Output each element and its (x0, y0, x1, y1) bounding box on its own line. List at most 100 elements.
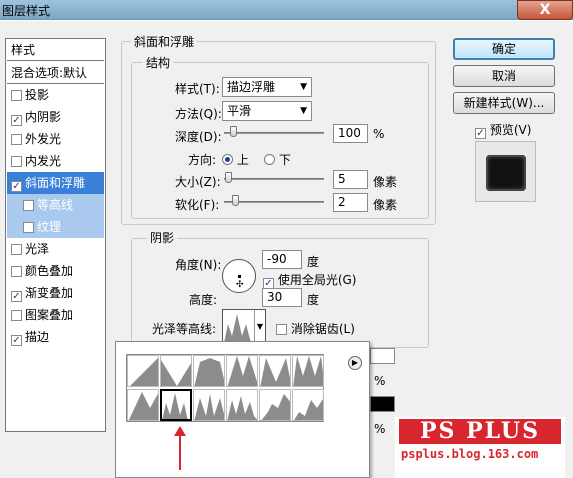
size-slider[interactable] (224, 178, 324, 180)
checkbox-checked-icon[interactable]: ✓ (11, 115, 22, 126)
preview-check-icon: ✓ (475, 128, 486, 139)
style-item[interactable]: 投影 (7, 84, 104, 106)
window-title: 图层样式 (2, 4, 51, 18)
checkbox-checked-icon[interactable]: ✓ (11, 181, 22, 192)
style-item[interactable]: 颜色叠加 (7, 260, 104, 282)
style-item[interactable]: ✓ 渐变叠加 (7, 282, 104, 304)
angle-label: 角度(N): (175, 258, 222, 272)
radio-off-icon (264, 154, 275, 165)
checkbox-unchecked-icon[interactable] (23, 222, 34, 233)
direction-up-radio[interactable]: 上 (222, 151, 249, 168)
gloss-contour-picker[interactable]: ▼ (222, 309, 266, 344)
shading-title: 阴影 (147, 229, 178, 246)
technique-dropdown[interactable]: 平滑 ▼ (222, 101, 312, 121)
checkbox-checked-icon[interactable]: ✓ (11, 291, 22, 302)
checkbox-checked-icon[interactable]: ✓ (11, 335, 22, 346)
contour-ring[interactable] (127, 389, 159, 421)
style-item[interactable]: ✓ 描边 (7, 326, 104, 348)
checkbox-unchecked-icon[interactable] (11, 244, 22, 255)
depth-slider[interactable] (224, 132, 324, 134)
style-item[interactable]: 内发光 (7, 150, 104, 172)
checkbox-unchecked-icon[interactable] (11, 156, 22, 167)
ok-button[interactable]: 确定 (453, 38, 555, 60)
style-item[interactable]: 图案叠加 (7, 304, 104, 326)
opacity-unit-1: % (374, 374, 386, 388)
psplus-watermark: PS PLUS psplus.blog.163.com (395, 417, 565, 478)
chevron-down-icon: ▼ (300, 82, 307, 92)
altitude-input[interactable]: 30 (262, 288, 302, 307)
preview-swatch (486, 155, 526, 191)
style-list: 样式 混合选项:默认 投影 ✓ 内阴影 外发光 内发光 ✓ 斜面和浮雕 等高线 纹理 光泽 颜色叠加… (5, 38, 106, 432)
contour-preview-icon (224, 314, 251, 343)
depth-unit: % (373, 127, 385, 141)
checkbox-unchecked-icon[interactable] (23, 200, 34, 211)
preview-label: 预览(V) (489, 123, 532, 137)
style-item[interactable]: ✓ 内阴影 (7, 106, 104, 128)
checkbox-unchecked-icon[interactable] (11, 266, 22, 277)
soften-slider-thumb[interactable] (232, 195, 239, 206)
contour-gaussian[interactable] (259, 355, 291, 387)
blend-options-item[interactable]: 混合选项:默认 (7, 62, 104, 84)
shadow-color-swatch[interactable] (370, 396, 395, 412)
direction-down-radio[interactable]: 下 (264, 151, 291, 168)
angle-dial[interactable]: ✣ (222, 259, 256, 293)
style-item-label: 等高线 (37, 198, 74, 212)
style-item[interactable]: 外发光 (7, 128, 104, 150)
depth-input[interactable]: 100 (333, 124, 368, 143)
checkbox-unchecked-icon (276, 324, 287, 335)
preview-checkbox[interactable]: ✓ 预览(V) (475, 121, 531, 139)
altitude-unit: 度 (307, 293, 320, 307)
size-slider-thumb[interactable] (225, 172, 232, 183)
red-arrow-annotation (174, 426, 186, 470)
contour-sawtooth[interactable] (292, 389, 324, 421)
checkbox-unchecked-icon[interactable] (11, 310, 22, 321)
radio-on-icon (222, 154, 233, 165)
antialias-checkbox[interactable]: 消除锯齿(L) (276, 320, 355, 337)
popup-menu-icon[interactable]: ▶ (348, 356, 362, 370)
size-input[interactable]: 5 (333, 170, 368, 189)
global-light-checkbox[interactable]: ✓ 使用全局光(G) (263, 271, 357, 289)
style-dropdown[interactable]: 描边浮雕 ▼ (222, 77, 312, 97)
contour-cone[interactable] (160, 355, 192, 387)
soften-slider[interactable] (224, 201, 324, 203)
direction-down-label: 下 (278, 153, 291, 167)
contour-rolling-slope[interactable] (226, 389, 258, 421)
global-light-label: 使用全局光(G) (277, 273, 357, 287)
new-style-button[interactable]: 新建样式(W)... (453, 92, 555, 114)
contour-rounded-steps[interactable] (259, 389, 291, 421)
opacity-unit-2: % (374, 422, 386, 436)
style-item-label: 颜色叠加 (25, 264, 74, 278)
angle-dial-center (238, 275, 241, 278)
technique-value: 平滑 (227, 104, 252, 118)
style-item[interactable]: ✓ 斜面和浮雕 (7, 172, 104, 194)
contour-grid (126, 354, 324, 422)
style-item[interactable]: 光泽 (7, 238, 104, 260)
style-item[interactable]: 纹理 (7, 216, 104, 238)
preview-thumbnail (475, 141, 536, 202)
highlight-color-swatch[interactable] (370, 348, 395, 364)
contour-ring-selected[interactable] (160, 389, 192, 421)
style-item-label: 内阴影 (25, 110, 62, 124)
close-button[interactable]: X (517, 0, 573, 20)
contour-linear[interactable] (127, 355, 159, 387)
crosshair-icon: ✣ (236, 280, 244, 290)
contour-half-round[interactable] (292, 355, 324, 387)
style-item-label: 描边 (25, 330, 50, 344)
cancel-button[interactable]: 取消 (453, 65, 555, 87)
contour-dropdown-arrow-icon[interactable]: ▼ (254, 310, 265, 343)
contour-cove-deep[interactable] (226, 355, 258, 387)
soften-unit: 像素 (373, 198, 398, 212)
gloss-contour-label: 光泽等高线: (152, 322, 217, 336)
angle-input[interactable]: -90 (262, 250, 302, 269)
style-value: 描边浮雕 (227, 80, 276, 94)
style-item[interactable]: 等高线 (7, 194, 104, 216)
checkbox-unchecked-icon[interactable] (11, 90, 22, 101)
soften-input[interactable]: 2 (333, 193, 368, 212)
contour-cone-inverted[interactable] (193, 355, 225, 387)
style-label: 样式(T): (175, 82, 220, 96)
depth-slider-thumb[interactable] (230, 126, 237, 137)
checkbox-unchecked-icon[interactable] (11, 134, 22, 145)
style-list-header[interactable]: 样式 (7, 39, 104, 61)
direction-label: 方向: (188, 153, 217, 167)
contour-ring-double[interactable] (193, 389, 225, 421)
